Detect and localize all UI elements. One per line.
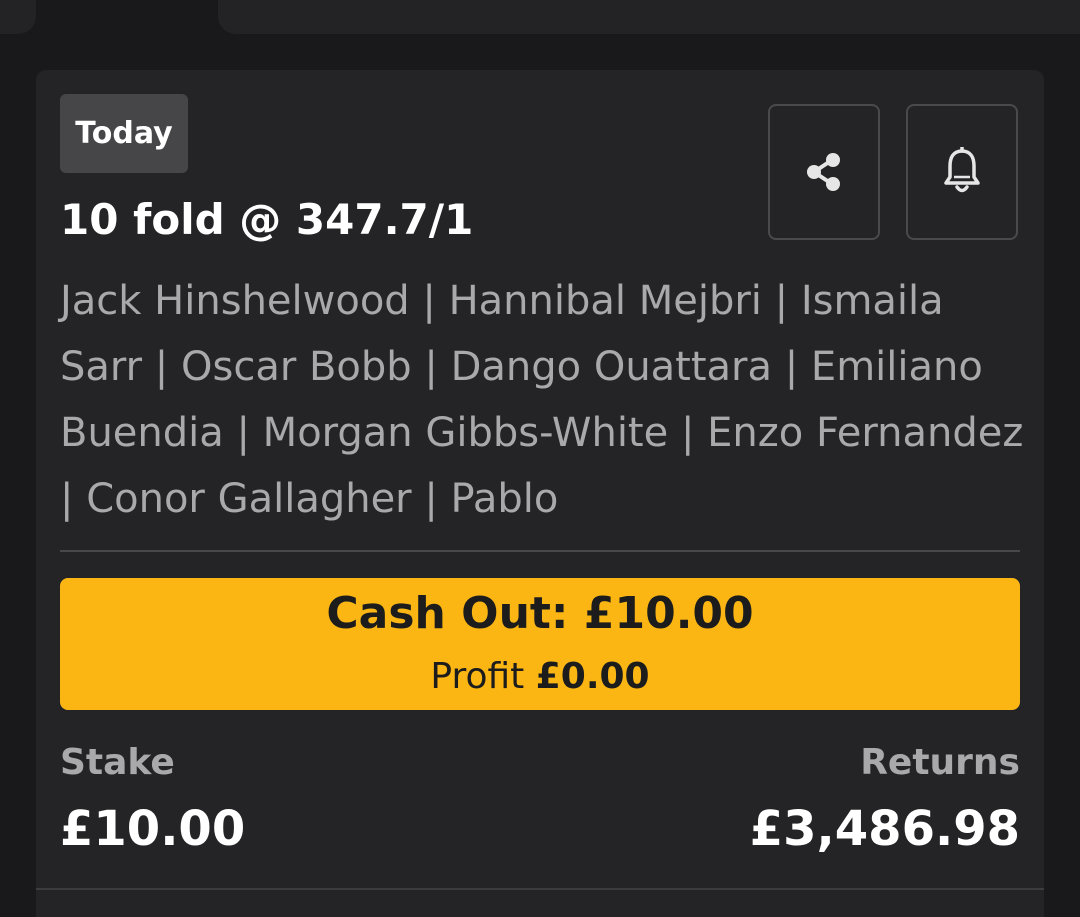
date-badge: Today [60, 94, 188, 173]
cash-out-label: Cash Out: £10.00 [326, 588, 754, 639]
share-button[interactable] [768, 104, 880, 240]
share-icon [807, 153, 840, 191]
top-tab-left[interactable] [0, 0, 36, 34]
cash-out-button[interactable]: Cash Out: £10.00 Profit £0.00 [60, 578, 1020, 710]
stake-label: Stake [60, 742, 175, 783]
top-tab-right[interactable] [218, 0, 1080, 34]
cash-out-profit: Profit £0.00 [60, 654, 1020, 700]
selections-list: Jack Hinshelwood | Hannibal Mejbri | Ism… [60, 278, 1024, 522]
bet-title: 10 fold @ 347.7/1 [60, 195, 474, 244]
returns-label: Returns [860, 742, 1020, 783]
page: Today 10 fold @ 347.7/1 Jack Hinshelwood… [0, 0, 1080, 917]
divider [60, 550, 1020, 552]
returns-value: £3,486.98 [749, 801, 1020, 857]
bet-card: Today 10 fold @ 347.7/1 Jack Hinshelwood… [36, 70, 1044, 917]
bottom-divider [36, 888, 1044, 890]
notification-button[interactable] [906, 104, 1018, 240]
profit-label: Profit [430, 656, 536, 697]
stake-value: £10.00 [60, 801, 246, 857]
bell-icon [944, 147, 980, 193]
profit-value: £0.00 [535, 656, 650, 697]
